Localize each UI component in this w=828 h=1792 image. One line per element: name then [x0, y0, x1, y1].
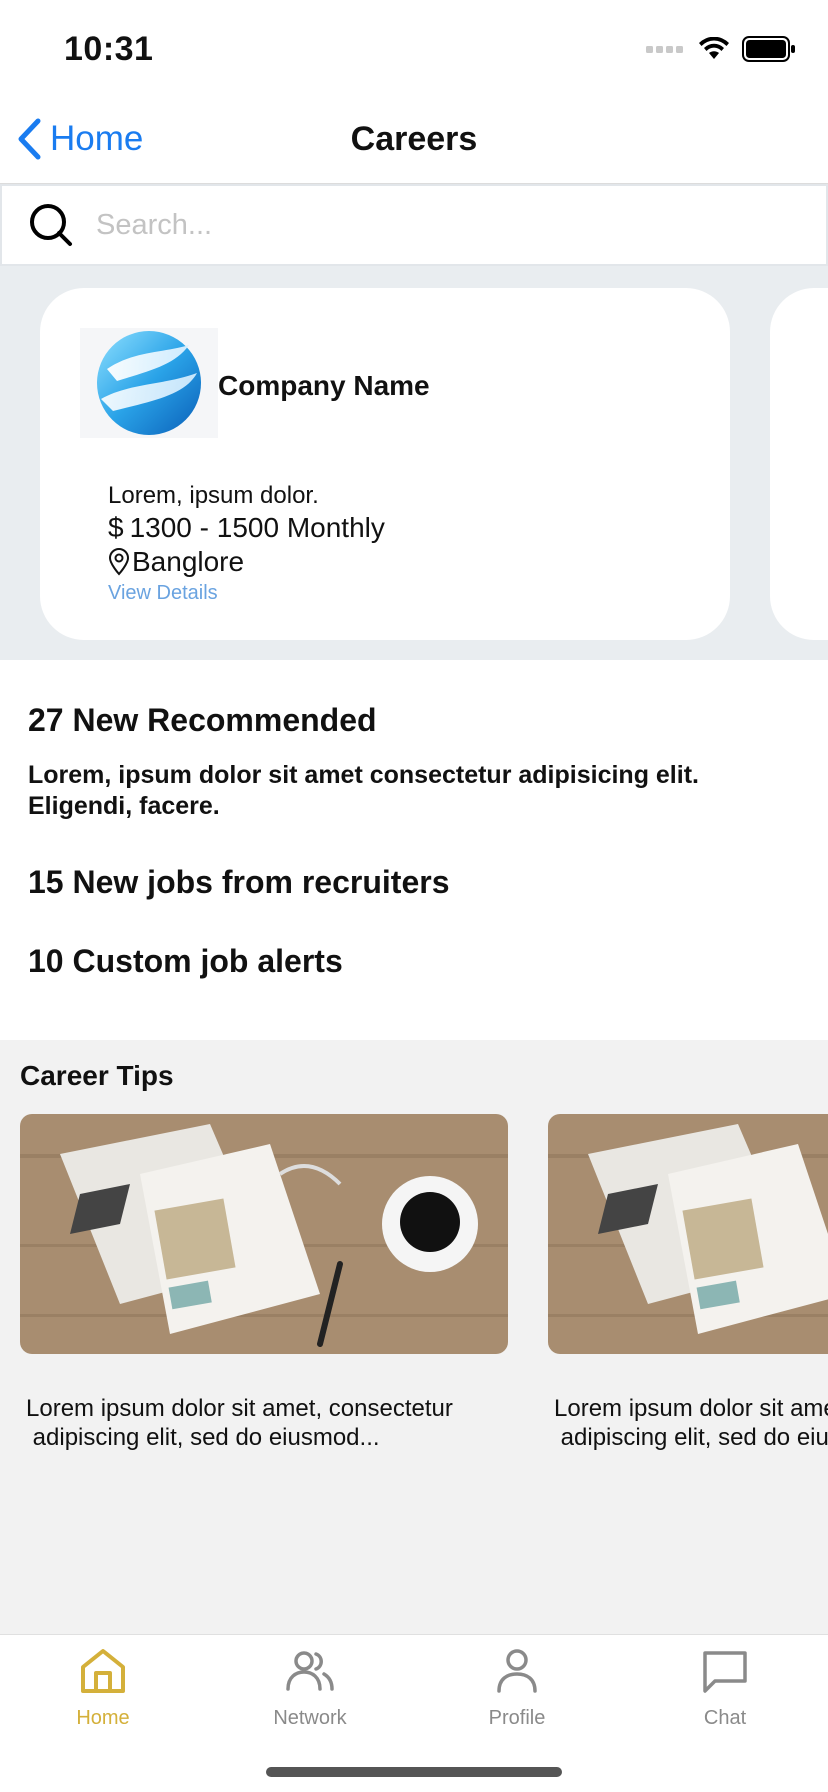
alerts-heading[interactable]: 10 Custom job alerts [28, 943, 343, 980]
view-details-link[interactable]: View Details [108, 582, 218, 605]
job-carousel[interactable]: Company Name Lorem, ipsum dolor. $ 1300 … [0, 266, 828, 660]
search-bar [0, 184, 828, 266]
chat-icon [703, 1651, 747, 1693]
status-icons [646, 34, 796, 64]
search-icon [30, 204, 72, 246]
next-job-card[interactable] [770, 288, 828, 640]
wifi-icon [699, 37, 729, 59]
job-salary: $ 1300 - 1500 Monthly [108, 512, 385, 544]
job-location: Banglore [108, 546, 244, 578]
tab-label: Home [76, 1707, 130, 1729]
tip-text: Lorem ipsum dolor sit amet, consectetur … [554, 1395, 828, 1451]
dollar-icon: $ [108, 512, 124, 543]
search-input[interactable] [96, 208, 776, 242]
tab-home[interactable]: Home [23, 1645, 183, 1745]
signal-icon [646, 46, 683, 53]
users-icon [286, 1651, 334, 1691]
salary-text: 1300 - 1500 Monthly [129, 512, 385, 543]
job-description: Lorem, ipsum dolor. [108, 482, 319, 509]
tip-card[interactable]: Lorem ipsum dolor sit amet, consectetur … [548, 1114, 828, 1452]
tab-profile[interactable]: Profile [437, 1645, 597, 1745]
career-tips-title: Career Tips [20, 1060, 174, 1091]
tip-text: Lorem ipsum dolor sit amet, consectetur … [26, 1395, 453, 1451]
newspaper-coffee-image [20, 1114, 508, 1354]
job-card[interactable]: Company Name Lorem, ipsum dolor. $ 1300 … [40, 288, 730, 640]
tab-label: Profile [488, 1707, 546, 1729]
recommended-text: Lorem, ipsum dolor sit amet consectetur … [28, 761, 699, 820]
company-logo-image [97, 331, 201, 435]
recommended-heading[interactable]: 27 New Recommended [28, 702, 377, 739]
recruiters-heading[interactable]: 15 New jobs from recruiters [28, 864, 449, 901]
tab-chat[interactable]: Chat [645, 1645, 805, 1745]
career-tips: Career Tips Lorem ipsum dolor sit amet, … [0, 1040, 828, 1634]
tab-label: Network [273, 1707, 347, 1729]
tip-card[interactable]: Lorem ipsum dolor sit amet, consectetur … [20, 1114, 508, 1452]
page-title: Careers [350, 120, 478, 158]
tab-label: Chat [703, 1707, 747, 1729]
newspaper-coffee-image [548, 1114, 828, 1354]
nav-bar: Home Careers [0, 94, 828, 184]
job-stats: 27 New Recommended Lorem, ipsum dolor si… [0, 660, 828, 1040]
company-name: Company Name [218, 370, 430, 401]
status-time: 10:31 [64, 30, 154, 68]
home-indicator [266, 1767, 562, 1777]
user-icon [497, 1649, 537, 1693]
home-icon [81, 1649, 125, 1693]
company-logo [80, 328, 218, 438]
tab-bar: Home Network Profile Chat [0, 1634, 828, 1792]
tab-network[interactable]: Network [230, 1645, 390, 1745]
status-bar: 10:31 [0, 0, 828, 94]
battery-icon [742, 36, 795, 62]
location-pin-icon [108, 548, 130, 576]
location-text: Banglore [132, 546, 245, 577]
